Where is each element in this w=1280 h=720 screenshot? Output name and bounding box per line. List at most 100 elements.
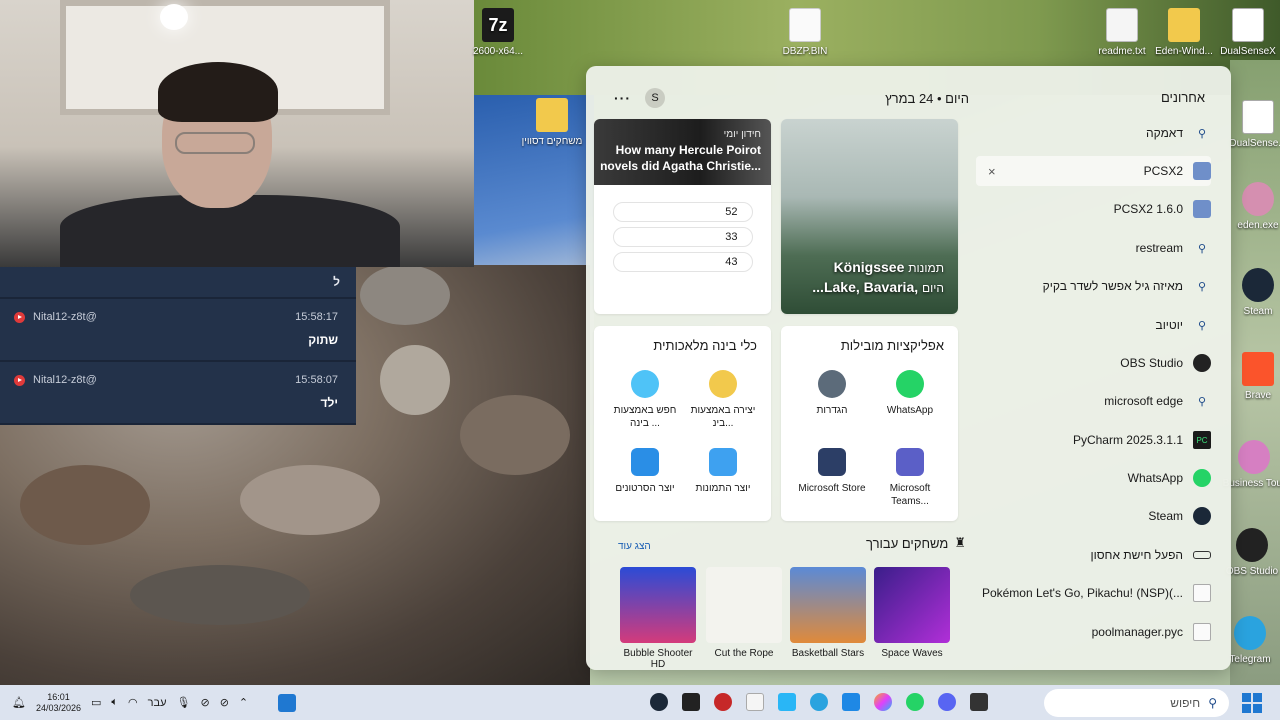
- quiz-option[interactable]: 52: [612, 202, 753, 222]
- ai-create-button[interactable]: יצירה באמצעות בינ...: [685, 370, 761, 430]
- copilot-icon[interactable]: [874, 693, 892, 711]
- search-icon: ⚲: [1208, 696, 1217, 710]
- show-more-link[interactable]: הצג עוד: [618, 541, 651, 552]
- desktop-icon-readme[interactable]: readme.txt: [1090, 8, 1154, 57]
- game-label: Cut the Rope: [714, 648, 774, 659]
- desktop-icon-eden-folder[interactable]: Eden-Wind...: [1152, 8, 1216, 57]
- stone: [360, 265, 450, 325]
- desktop-icon-games-folder[interactable]: משחקים דסווין: [520, 98, 584, 147]
- recent-item[interactable]: Pokémon Let's Go, Pikachu! (NSP)(...: [976, 578, 1211, 608]
- folder-icon: [536, 98, 568, 132]
- desktop-icon-eden-exe[interactable]: eden.exe: [1226, 182, 1280, 231]
- recent-item[interactable]: × PCSX2: [976, 156, 1211, 186]
- chevron-up-icon[interactable]: ⌃: [239, 696, 248, 709]
- discord-icon[interactable]: [938, 693, 956, 711]
- photo-of-the-day-card[interactable]: Königssee תמונות ...Lake, Bavaria, היום: [781, 119, 958, 314]
- taskbar: 🔔︎ 16:01 24/03/2026 ▭ 🔈︎ ◠ עבר 🎙︎ ⊘ ⊘ ⌃ ח…: [0, 685, 1280, 720]
- desktop-icon-label: Steam: [1243, 306, 1273, 317]
- photo-caption-tag: תמונות: [908, 261, 944, 275]
- taskbar-search[interactable]: חיפוש ⚲: [1044, 689, 1229, 717]
- teams-app-button[interactable]: Microsoft Teams...: [872, 448, 948, 508]
- recent-item[interactable]: Steam: [976, 501, 1211, 531]
- recent-item[interactable]: הפעל חישת אחסון: [976, 540, 1211, 570]
- desktop-icon-brave[interactable]: Brave: [1226, 352, 1280, 401]
- app-icon[interactable]: [714, 693, 732, 711]
- game-basketball-stars[interactable]: Basketball Stars: [790, 567, 866, 659]
- desktop-icon-label: eden.exe: [1237, 220, 1279, 231]
- start-button[interactable]: [1242, 693, 1262, 713]
- recent-item[interactable]: poolmanager.pyc: [976, 617, 1211, 647]
- desktop-icon-label: readme.txt: [1098, 46, 1146, 57]
- app-icon[interactable]: [682, 693, 700, 711]
- recent-item[interactable]: WhatsApp: [976, 463, 1211, 493]
- app-icon[interactable]: [970, 693, 988, 711]
- more-options-button[interactable]: ···: [614, 90, 631, 106]
- recent-item[interactable]: PCSX2 1.6.0: [976, 194, 1211, 224]
- daily-quiz-card[interactable]: חידון יומי How many Hercule Poirot novel…: [594, 119, 771, 314]
- chat-timestamp: 15:58:17: [295, 311, 338, 323]
- whatsapp-app-button[interactable]: WhatsApp: [872, 370, 948, 417]
- quiz-option[interactable]: 43: [612, 252, 753, 272]
- telegram-icon: [1234, 616, 1266, 650]
- recent-item-label: WhatsApp: [1127, 471, 1183, 485]
- recent-item[interactable]: מאיזה גיל אפשר לשדר בקיק ⚲: [976, 271, 1211, 301]
- steam-icon: [1193, 507, 1211, 525]
- notification-bell-icon[interactable]: 🔔︎: [12, 696, 26, 709]
- recent-item[interactable]: דאמקה ⚲: [976, 118, 1211, 148]
- desktop-icon-dualsensex[interactable]: DualSenseX: [1216, 8, 1280, 57]
- photo-caption-tag: היום: [922, 281, 944, 295]
- image-creator-button[interactable]: יוצר התמונות: [685, 448, 761, 495]
- webcam-person-hair: [158, 62, 278, 122]
- video-creator-button[interactable]: יוצר הסרטונים: [607, 448, 683, 495]
- recent-item[interactable]: PyCharm 2025.3.1.1 PC: [976, 425, 1211, 455]
- recent-item-label: דאמקה: [1146, 126, 1183, 140]
- recent-column: אחרונים דאמקה ⚲ × PCSX2 PCSX2 1.6.0 restre…: [966, 66, 1223, 670]
- photo-caption: Königssee תמונות ...Lake, Bavaria, היום: [812, 258, 944, 298]
- youtube-icon: [14, 374, 25, 386]
- steam-icon[interactable]: [650, 693, 668, 711]
- clock[interactable]: 16:01 24/03/2026: [36, 692, 81, 714]
- remove-icon[interactable]: ×: [988, 164, 996, 179]
- desktop-icon-steam[interactable]: Steam: [1226, 268, 1280, 317]
- avatar[interactable]: S: [645, 88, 665, 108]
- app-label: WhatsApp: [886, 405, 934, 416]
- search-placeholder: חיפוש: [1170, 696, 1201, 710]
- recent-item[interactable]: microsoft edge ⚲: [976, 386, 1211, 416]
- recent-item[interactable]: restream ⚲: [976, 233, 1211, 263]
- ai-search-button[interactable]: חפש באמצעות בינה ...: [607, 370, 683, 430]
- store-icon[interactable]: [842, 693, 860, 711]
- pcsx2-icon: [1193, 162, 1211, 180]
- volume-icon[interactable]: 🔈︎: [111, 696, 118, 709]
- clock-date: 24/03/2026: [35, 702, 82, 713]
- start-search-panel: ··· S היום • 24 במרץ חידון יומי How many…: [586, 66, 1231, 670]
- wifi-icon[interactable]: ◠: [128, 696, 138, 709]
- quiz-option[interactable]: 33: [612, 227, 753, 247]
- game-bubble-shooter[interactable]: Bubble Shooter HD: [620, 567, 696, 670]
- recent-item[interactable]: יוטיוב ⚲: [976, 310, 1211, 340]
- file-icon[interactable]: [746, 693, 764, 711]
- game-cut-the-rope[interactable]: Cut the Rope: [706, 567, 782, 659]
- desktop-icon-dbzp[interactable]: DBZP.BIN: [773, 8, 837, 57]
- task-view-icon[interactable]: [278, 693, 297, 712]
- ai-tools-card: כלי בינה מלאכותית יצירה באמצעות בינ... ח…: [594, 326, 771, 521]
- telegram-icon[interactable]: [810, 693, 828, 711]
- game-space-waves[interactable]: Space Waves: [874, 567, 950, 659]
- store-app-button[interactable]: Microsoft Store: [794, 448, 870, 495]
- tray-app-icon[interactable]: ⊘: [200, 696, 209, 709]
- recent-item-label: הפעל חישת אחסון: [1090, 548, 1183, 562]
- settings-app-button[interactable]: הגדרות: [794, 370, 870, 417]
- 7zip-installer-icon: 7z: [482, 8, 514, 42]
- battery-icon[interactable]: ▭: [91, 696, 101, 709]
- desktop-icon-7zip[interactable]: 7z 2600-x64...: [466, 8, 530, 57]
- recent-item[interactable]: OBS Studio: [976, 348, 1211, 378]
- recent-item-label: PCSX2 1.6.0: [1113, 202, 1183, 216]
- recent-item-label: OBS Studio: [1120, 356, 1183, 370]
- language-indicator[interactable]: עבר: [148, 697, 167, 709]
- tray-app-icon[interactable]: ⊘: [220, 696, 229, 709]
- whatsapp-icon[interactable]: [906, 693, 924, 711]
- desktop-icon-dualsense[interactable]: DualSense...: [1226, 100, 1280, 149]
- chat-timestamp: 15:58:07: [295, 374, 338, 386]
- microphone-icon[interactable]: 🎙︎: [177, 696, 191, 709]
- app-icon[interactable]: [778, 693, 796, 711]
- file-icon: [789, 8, 821, 42]
